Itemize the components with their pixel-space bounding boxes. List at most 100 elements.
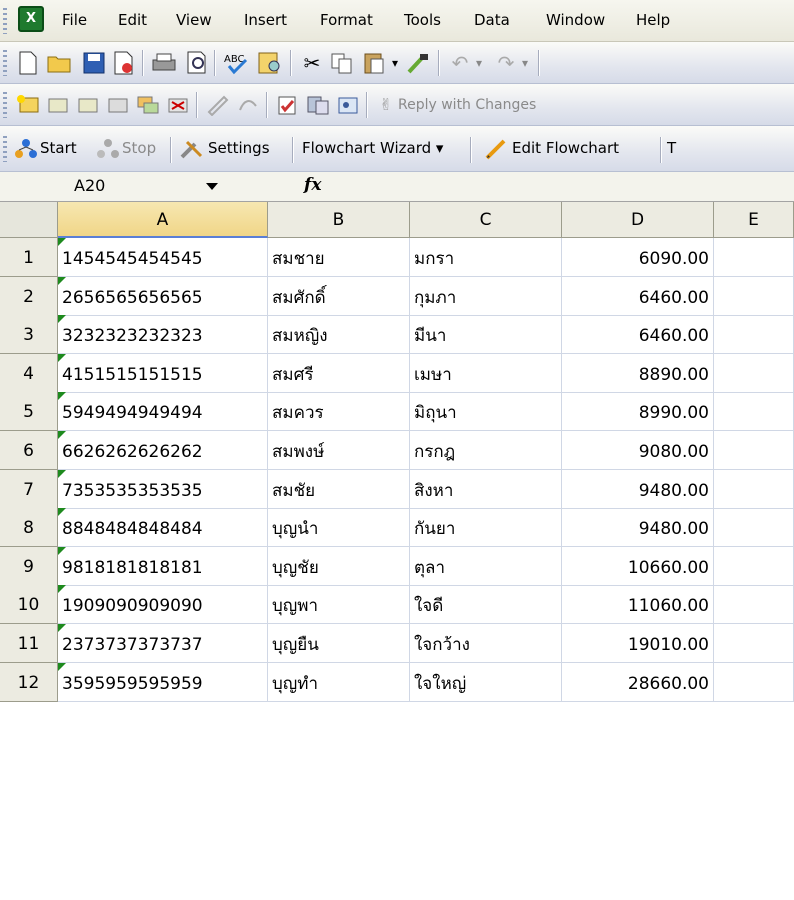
column-header-d[interactable]: D [562, 202, 714, 238]
row-header[interactable]: 10 [0, 585, 58, 624]
row-header[interactable]: 4 [0, 354, 58, 393]
cell-a[interactable]: 2373737373737 [58, 624, 268, 663]
menu-format[interactable]: Format [320, 11, 373, 29]
toolbar-grip[interactable] [3, 136, 7, 162]
toolbar-grip[interactable] [3, 92, 7, 118]
cell-e[interactable] [714, 238, 794, 277]
paste-icon[interactable] [360, 49, 388, 77]
cell-e[interactable] [714, 354, 794, 393]
cell-a[interactable]: 3595959595959 [58, 663, 268, 702]
menu-data[interactable]: Data [474, 11, 510, 29]
truncated-toolbar-item[interactable]: T [667, 139, 676, 157]
row-header[interactable]: 6 [0, 431, 58, 470]
cell-e[interactable] [714, 470, 794, 509]
cell-b[interactable]: บุญพา [268, 585, 410, 624]
cell-a[interactable]: 9818181818181 [58, 547, 268, 586]
cell-b[interactable]: สมศักดิ์ [268, 277, 410, 316]
save-icon[interactable] [80, 49, 108, 77]
share-workbook-icon[interactable] [334, 91, 362, 119]
cell-a[interactable]: 7353535353535 [58, 470, 268, 509]
cell-a[interactable]: 2656565656565 [58, 277, 268, 316]
cell-d[interactable]: 6090.00 [562, 238, 714, 277]
cell-e[interactable] [714, 277, 794, 316]
stop-button[interactable]: Stop [122, 139, 156, 157]
cell-e[interactable] [714, 508, 794, 547]
cell-d[interactable]: 6460.00 [562, 315, 714, 354]
cell-a[interactable]: 3232323232323 [58, 315, 268, 354]
column-header-c[interactable]: C [410, 202, 562, 238]
cell-b[interactable]: สมศรี [268, 354, 410, 393]
undo-icon[interactable]: ↶ [446, 49, 474, 77]
cell-b[interactable]: สมชัย [268, 470, 410, 509]
menu-insert[interactable]: Insert [244, 11, 287, 29]
show-all-comments-icon[interactable] [134, 91, 162, 119]
delete-ink-icon[interactable] [234, 91, 262, 119]
print-icon[interactable] [150, 49, 178, 77]
toolbar-grip[interactable] [3, 8, 7, 34]
reply-with-changes-button[interactable]: Reply with Changes [398, 97, 536, 113]
menu-window[interactable]: Window [546, 11, 605, 29]
menu-help[interactable]: Help [636, 11, 670, 29]
menu-tools[interactable]: Tools [404, 11, 441, 29]
cell-a[interactable]: 8848484848484 [58, 508, 268, 547]
settings-button[interactable]: Settings [208, 139, 270, 157]
row-header[interactable]: 5 [0, 392, 58, 431]
menu-view[interactable]: View [176, 11, 212, 29]
row-header[interactable]: 2 [0, 277, 58, 316]
cell-e[interactable] [714, 624, 794, 663]
open-folder-icon[interactable] [46, 49, 74, 77]
column-header-e[interactable]: E [714, 202, 794, 238]
row-header[interactable]: 3 [0, 315, 58, 354]
row-header[interactable]: 7 [0, 470, 58, 509]
cell-c[interactable]: เมษา [410, 354, 562, 393]
undo-dropdown-icon[interactable]: ▾ [472, 49, 486, 77]
cell-c[interactable]: ใจใหญ่ [410, 663, 562, 702]
excel-app-icon[interactable]: X [18, 6, 44, 32]
toolbar-grip[interactable] [3, 50, 7, 76]
copy-icon[interactable] [328, 49, 356, 77]
show-comment-icon[interactable] [104, 91, 132, 119]
row-header[interactable]: 9 [0, 547, 58, 586]
track-changes-icon[interactable] [274, 91, 302, 119]
cut-icon[interactable]: ✂ [298, 49, 326, 77]
cell-b[interactable]: สมพงษ์ [268, 431, 410, 470]
cell-c[interactable]: มกรา [410, 238, 562, 277]
cell-a[interactable]: 6626262626262 [58, 431, 268, 470]
cell-d[interactable]: 8990.00 [562, 392, 714, 431]
row-header[interactable]: 1 [0, 238, 58, 277]
cell-d[interactable]: 8890.00 [562, 354, 714, 393]
formula-input[interactable] [340, 176, 790, 198]
redo-dropdown-icon[interactable]: ▾ [518, 49, 532, 77]
redo-icon[interactable]: ↷ [492, 49, 520, 77]
cell-e[interactable] [714, 392, 794, 431]
cell-b[interactable]: บุญนำ [268, 508, 410, 547]
cell-a[interactable]: 1454545454545 [58, 238, 268, 277]
cell-d[interactable]: 11060.00 [562, 585, 714, 624]
print-preview-icon[interactable] [184, 49, 212, 77]
cell-a[interactable]: 1909090909090 [58, 585, 268, 624]
cell-e[interactable] [714, 663, 794, 702]
cell-a[interactable]: 4151515151515 [58, 354, 268, 393]
column-header-b[interactable]: B [268, 202, 410, 238]
research-icon[interactable] [256, 49, 284, 77]
cell-e[interactable] [714, 315, 794, 354]
edit-flowchart-button[interactable]: Edit Flowchart [512, 139, 619, 157]
cell-b[interactable]: บุญทำ [268, 663, 410, 702]
format-painter-icon[interactable] [404, 49, 432, 77]
cell-a[interactable]: 5949494949494 [58, 392, 268, 431]
cell-b[interactable]: สมควร [268, 392, 410, 431]
name-box-dropdown-icon[interactable] [206, 183, 218, 190]
cell-c[interactable]: กุมภา [410, 277, 562, 316]
cell-c[interactable]: มิถุนา [410, 392, 562, 431]
cell-e[interactable] [714, 585, 794, 624]
column-header-a[interactable]: A [58, 202, 268, 238]
cell-b[interactable]: บุญยืน [268, 624, 410, 663]
cell-c[interactable]: ตุลา [410, 547, 562, 586]
cell-c[interactable]: ใจกว้าง [410, 624, 562, 663]
new-document-icon[interactable] [14, 49, 42, 77]
cell-c[interactable]: ใจดี [410, 585, 562, 624]
cell-e[interactable] [714, 547, 794, 586]
row-header[interactable]: 12 [0, 663, 58, 702]
select-all-corner[interactable] [0, 202, 58, 238]
cell-d[interactable]: 9480.00 [562, 470, 714, 509]
